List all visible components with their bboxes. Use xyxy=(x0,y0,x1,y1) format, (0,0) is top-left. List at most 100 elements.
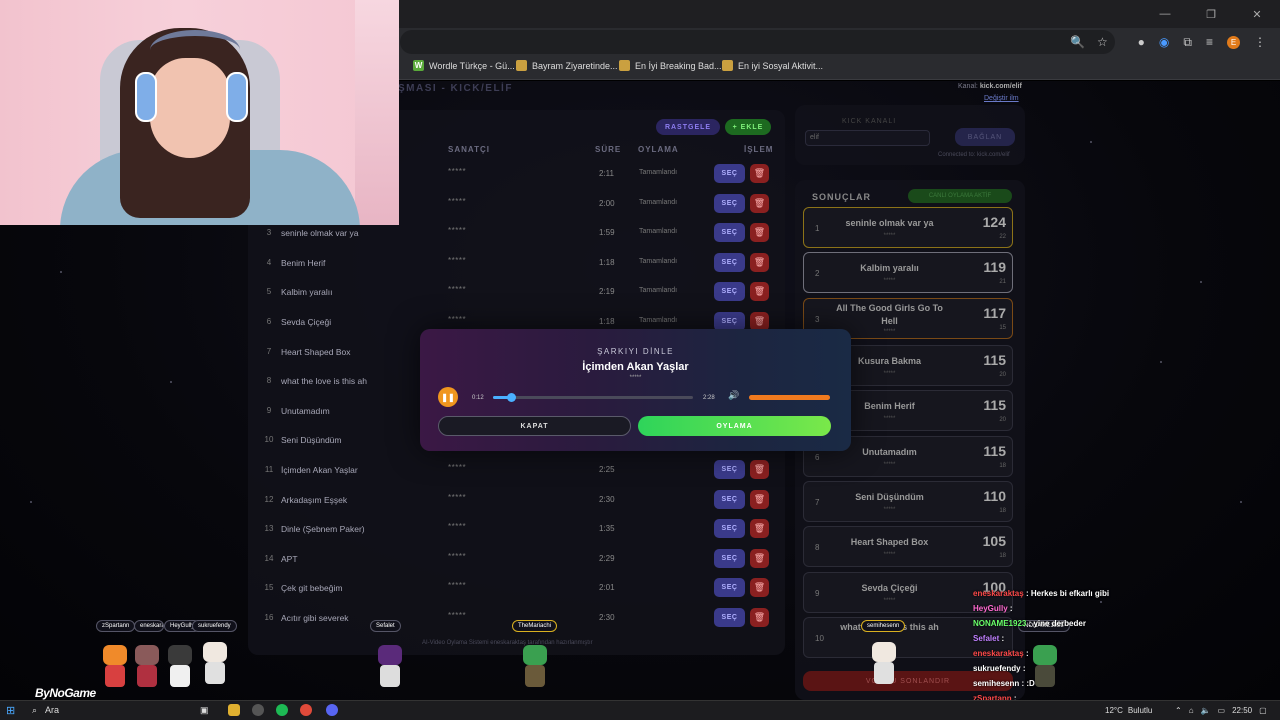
battery-icon[interactable]: ▭ xyxy=(1218,706,1226,715)
trash-icon[interactable]: 🗑 xyxy=(750,193,769,213)
result-rank: 1 xyxy=(815,224,820,233)
result-title: Unutamadım xyxy=(862,447,917,457)
trash-icon[interactable]: 🗑 xyxy=(750,489,769,509)
zoom-icon[interactable]: 🔍 xyxy=(1070,35,1085,49)
song-name: what the love is this ah xyxy=(281,376,367,387)
avatar-sprite xyxy=(98,645,132,689)
task-view-button[interactable]: ▣ xyxy=(200,702,209,718)
trash-icon[interactable]: 🗑 xyxy=(750,164,769,183)
trash-icon[interactable]: 🗑 xyxy=(750,252,769,272)
bookmark-star-icon[interactable]: ☆ xyxy=(1097,35,1108,49)
profile-avatar[interactable]: E xyxy=(1227,35,1240,49)
extensions-icon[interactable]: ⧉ xyxy=(1183,35,1192,50)
vote-button[interactable]: OYLAMA xyxy=(638,416,831,436)
select-button[interactable]: SEÇ xyxy=(714,282,745,302)
voting-status: Tamamlandı xyxy=(639,257,678,265)
song-duration: 1:18 xyxy=(599,317,615,326)
menu-icon[interactable]: ⋮ xyxy=(1254,35,1266,49)
trash-icon[interactable]: 🗑 xyxy=(750,519,769,539)
streamer-face xyxy=(150,58,230,158)
webcam-overlay xyxy=(0,0,399,225)
minimize-icon[interactable]: — xyxy=(1142,0,1188,28)
chrome-icon xyxy=(300,704,312,716)
row-number: 10 xyxy=(264,435,274,445)
bookmark-item[interactable]: W Wordle Türkçe - Gü... xyxy=(413,60,515,71)
extension-lock-icon[interactable]: ● xyxy=(1138,35,1145,49)
random-button[interactable]: RASTGELE xyxy=(656,119,720,135)
row-number: 6 xyxy=(266,317,272,326)
system-tray[interactable]: ⌃ ⌂ 🔈 ▭ 22:50 ▢ xyxy=(1175,702,1267,718)
connect-button[interactable]: BAĞLAN xyxy=(955,128,1015,146)
restore-icon[interactable]: ❐ xyxy=(1188,0,1234,28)
trash-icon[interactable]: 🗑 xyxy=(750,578,769,598)
result-rank: 2 xyxy=(815,269,820,278)
avatar-sprite xyxy=(163,645,197,689)
weather-widget[interactable]: 12°C Bulutlu xyxy=(1105,702,1152,718)
result-title: Heart Shaped Box xyxy=(850,537,929,547)
select-button[interactable]: SEÇ xyxy=(714,548,745,568)
result-title: Seni Düşündüm xyxy=(855,492,924,502)
trash-icon[interactable]: 🗑 xyxy=(750,223,769,243)
select-button[interactable]: SEÇ xyxy=(714,164,745,183)
volume-tray-icon[interactable]: 🔈 xyxy=(1201,706,1211,715)
volume-slider[interactable] xyxy=(749,395,830,400)
channel-label: Kanal: xyxy=(958,83,978,90)
song-artist: ***** xyxy=(448,581,467,591)
select-button[interactable]: SEÇ xyxy=(714,460,745,479)
chat-username: sukruefendy xyxy=(973,664,1021,673)
song-artist: ***** xyxy=(448,167,467,176)
select-button[interactable]: SEÇ xyxy=(714,193,745,213)
network-icon[interactable]: ⌂ xyxy=(1189,706,1194,715)
bookmark-item[interactable]: En İyi Breaking Bad... xyxy=(619,60,722,71)
extension-audio-icon[interactable]: ◉ xyxy=(1159,35,1169,49)
pause-button[interactable]: ❚❚ xyxy=(438,387,458,407)
result-artist: ***** xyxy=(883,278,896,284)
progress-thumb[interactable] xyxy=(507,393,516,402)
close-button[interactable]: KAPAT xyxy=(438,416,631,436)
change-channel-link[interactable]: Değiştir ilm xyxy=(984,95,1019,102)
address-bar-icons: 🔍 ☆ xyxy=(1070,30,1108,54)
trash-icon[interactable]: 🗑 xyxy=(750,608,769,627)
start-button[interactable]: ⊞ xyxy=(6,702,15,718)
clock[interactable]: 22:50 xyxy=(1232,706,1252,715)
result-item: 1 seninle olmak var ya ***** 124 22 xyxy=(803,207,1013,248)
avatar-sprite xyxy=(198,642,232,686)
close-icon[interactable]: ✕ xyxy=(1234,0,1280,28)
taskbar-app[interactable] xyxy=(276,702,288,718)
trash-icon[interactable]: 🗑 xyxy=(750,282,769,302)
volume-icon[interactable]: 🔊 xyxy=(728,390,739,401)
select-button[interactable]: SEÇ xyxy=(714,252,745,272)
taskbar-app[interactable] xyxy=(228,702,240,718)
brand-logo: ByNoGame xyxy=(35,686,96,700)
trash-icon[interactable]: 🗑 xyxy=(750,460,769,479)
taskbar-app[interactable] xyxy=(252,702,264,718)
chat-text: : xyxy=(1022,664,1026,673)
select-button[interactable]: SEÇ xyxy=(714,223,745,243)
trash-icon[interactable]: 🗑 xyxy=(750,548,769,568)
bookmark-item[interactable]: Bayram Ziyaretinde... xyxy=(516,60,618,71)
song-name: Kalbim yaralıı xyxy=(281,287,333,298)
media-icon[interactable]: ≡ xyxy=(1206,35,1213,49)
select-button[interactable]: SEÇ xyxy=(714,608,745,627)
select-button[interactable]: SEÇ xyxy=(714,578,745,598)
select-button[interactable]: SEÇ xyxy=(714,489,745,509)
result-votes: 117 xyxy=(983,305,1006,321)
chevron-up-icon[interactable]: ⌃ xyxy=(1175,706,1182,715)
bookmark-item[interactable]: En iyi Sosyal Aktivit... xyxy=(722,60,823,71)
bookmark-label: En iyi Sosyal Aktivit... xyxy=(738,60,824,71)
result-vote-count: 18 xyxy=(999,553,1006,559)
song-duration: 2:00 xyxy=(599,198,615,208)
search-icon: ⌕ xyxy=(32,704,38,715)
progress-slider[interactable] xyxy=(493,393,693,402)
address-bar[interactable] xyxy=(400,30,1115,54)
taskbar-app[interactable] xyxy=(300,702,312,718)
taskbar-app[interactable] xyxy=(326,702,338,718)
chat-message: semihesenn : :D xyxy=(973,676,1117,691)
kick-channel-input[interactable]: elif xyxy=(805,130,930,146)
notification-icon[interactable]: ▢ xyxy=(1259,706,1267,715)
select-button[interactable]: SEÇ xyxy=(714,519,745,539)
taskbar-search[interactable]: ⌕ Ara xyxy=(32,702,59,718)
avatar-sprite xyxy=(867,642,901,686)
add-button[interactable]: + EKLE xyxy=(725,119,771,135)
table-row: 5 Kalbim yaralıı ***** 2:19 Tamamlandı SEÇ 🗑 xyxy=(248,278,785,307)
